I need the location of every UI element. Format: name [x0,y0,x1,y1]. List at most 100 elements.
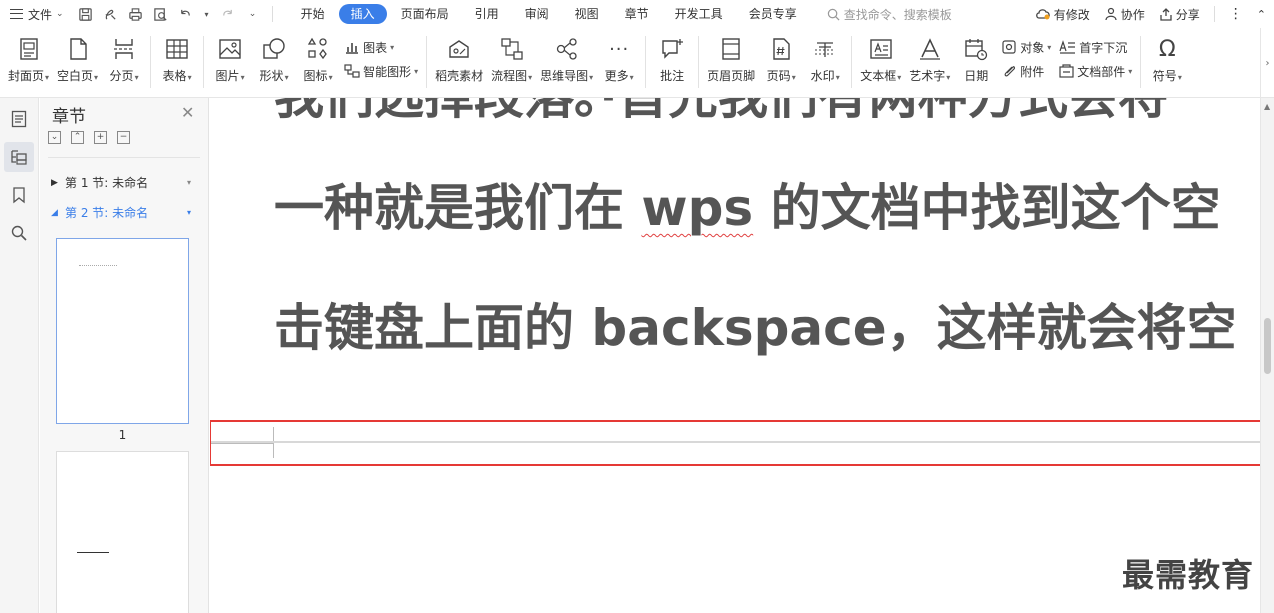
blank-page-button[interactable]: 空白页▾ [53,36,102,84]
find-button[interactable] [4,218,34,248]
tab-member[interactable]: 会员专享 [737,4,809,24]
table-button[interactable]: 表格▾ [155,36,199,84]
tab-home[interactable]: 开始 [289,4,337,24]
ribbon-group-header-footer: 页眉页脚 页码▾ 水印▾ [703,28,847,98]
section-item-2[interactable]: ◢ 第 2 节: 未命名 ▾ [51,204,191,221]
docer-material-button[interactable]: 稻壳素材 [431,36,487,84]
comment-button[interactable]: 批注 [650,36,694,84]
document-text-line[interactable]: 击键盘上面的 backspace，这样就会将空 [274,298,1237,358]
ribbon-divider [1140,36,1142,88]
collapse-ribbon-icon[interactable]: ⌃ [1257,8,1266,21]
cover-page-button[interactable]: 封面页▾ [4,36,53,84]
chevron-down-icon[interactable]: ▾ [187,178,191,187]
section-navigation-pane: 章节 ✕ ⌄ ⌃ + − ▶ 第 1 节: 未命名 ▾ ◢ 第 2 节: 未命名… [40,98,209,613]
expand-arrow-icon[interactable]: ▶ [51,178,65,188]
undo-icon[interactable] [178,6,194,22]
tab-section[interactable]: 章节 [613,4,661,24]
doc-parts-label: 文档部件 [1077,64,1126,79]
more-menu-icon[interactable]: ⋮ [1229,6,1243,22]
drop-cap-button[interactable]: 首字下沉 [1059,38,1132,56]
watermark-logo-text: 最需教育 [1122,556,1255,594]
picture-button[interactable]: 图片▾ [208,36,252,84]
comment-label: 批注 [660,69,685,83]
ribbon-tabs: 开始 插入 页面布局 引用 审阅 视图 章节 开发工具 会员专享 [289,4,811,24]
tab-view[interactable]: 视图 [563,4,611,24]
close-icon[interactable]: ✕ [181,103,194,122]
file-menu-button[interactable]: 文件 ⌄ [0,0,64,28]
document-text-line[interactable]: 一种就是我们在 wps 的文档中找到这个空 [274,178,1221,238]
file-menu-label: 文件 [28,7,53,22]
text-run: 一种就是我们在 [274,179,642,237]
spelling-error-word[interactable]: wps [641,179,753,237]
vertical-scrollbar[interactable]: ▲ [1260,98,1274,613]
collaborate-label: 协作 [1120,7,1145,22]
side-tool-strip [0,98,39,613]
drop-cap-icon [1059,40,1076,54]
page-thumbnail-2[interactable] [56,451,189,613]
object-button[interactable]: 对象 ▾ [1002,38,1051,56]
blank-page-label: 空白页 [57,69,94,83]
tab-insert[interactable]: 插入 [338,4,387,24]
chevron-down-icon[interactable]: ▾ [187,208,191,217]
object-icon [1002,40,1016,54]
date-button[interactable]: 日期 [954,36,998,84]
command-search[interactable]: 查找命令、搜索模板 [827,6,952,23]
word-art-button[interactable]: 艺术字▾ [905,36,954,84]
page-number-button[interactable]: 页码▾ [759,36,803,84]
menu-bar: 文件 ⌄ ▾ ⌄ 开始 插入 页面布局 引用 审阅 视图 章节 开发工具 会员专… [0,0,1274,28]
redo-icon[interactable] [220,6,236,22]
attachment-button[interactable]: 附件 [1002,62,1051,80]
section-pane-button[interactable] [4,142,34,172]
share-button[interactable]: 分享 [1159,6,1200,23]
symbol-button[interactable]: Ω 符号▾ [1145,36,1189,84]
collapse-arrow-icon[interactable]: ◢ [51,208,65,218]
remove-section-icon[interactable]: − [117,131,130,144]
tab-review[interactable]: 审阅 [513,4,561,24]
expand-all-icon[interactable]: ⌃ [71,131,84,144]
export-pdf-icon[interactable] [103,6,119,22]
chart-button[interactable]: 图表 ▾ [344,38,418,56]
watermark-button[interactable]: 水印▾ [803,36,847,84]
add-section-icon[interactable]: + [94,131,107,144]
undo-dropdown-icon[interactable]: ▾ [203,6,211,22]
collaborate-button[interactable]: 协作 [1104,6,1145,23]
flowchart-button[interactable]: 流程图▾ [487,36,536,84]
tab-page-layout[interactable]: 页面布局 [389,4,461,24]
tab-developer[interactable]: 开发工具 [663,4,735,24]
document-canvas[interactable]: 我们选择段落。·首先我们有两种方式会将 一种就是我们在 wps 的文档中找到这个… [210,98,1260,613]
document-text-line[interactable]: 我们选择段落。·首先我们有两种方式会将 [274,98,1168,126]
modified-status-button[interactable]: 有修改 [1035,6,1090,23]
print-icon[interactable] [128,6,144,22]
scrollbar-thumb[interactable] [1264,318,1271,374]
smart-art-button[interactable]: 智能图形 ▾ [344,62,418,80]
pane-divider [48,157,200,158]
modified-label: 有修改 [1053,7,1090,22]
bookmark-button[interactable] [4,180,34,210]
page-thumbnail-1[interactable] [56,238,189,424]
pane-title: 章节 [52,107,86,127]
mind-map-button[interactable]: 思维导图▾ [536,36,597,84]
ribbon-scroll-right-icon[interactable]: › [1260,28,1274,98]
object-label: 对象 [1020,40,1045,55]
navigation-outline-button[interactable] [4,104,34,134]
icon-library-icon [305,36,331,62]
icon-library-button[interactable]: 图标▾ [296,36,340,84]
ribbon-divider [698,36,700,88]
header-footer-button[interactable]: 页眉页脚 [703,36,759,84]
scroll-up-icon[interactable]: ▲ [1264,102,1270,111]
page-thumbnail-number: 1 [118,428,127,442]
shape-button[interactable]: 形状▾ [252,36,296,84]
shape-icon [261,36,287,62]
tab-references[interactable]: 引用 [463,4,511,24]
cover-page-label: 封面页 [8,69,45,83]
collapse-all-icon[interactable]: ⌄ [48,131,61,144]
section-item-1[interactable]: ▶ 第 1 节: 未命名 ▾ [51,174,191,191]
more-button[interactable]: ··· 更多▾ [597,36,641,84]
print-preview-icon[interactable] [153,6,169,22]
doc-parts-button[interactable]: 文档部件 ▾ [1059,62,1132,80]
customize-toolbar-icon[interactable]: ⌄ [245,6,261,22]
text-box-button[interactable]: 文本框▾ [856,36,905,84]
thumbnail-content-line [77,552,109,553]
page-break-button[interactable]: 分页▾ [102,36,146,84]
save-icon[interactable] [78,6,94,22]
